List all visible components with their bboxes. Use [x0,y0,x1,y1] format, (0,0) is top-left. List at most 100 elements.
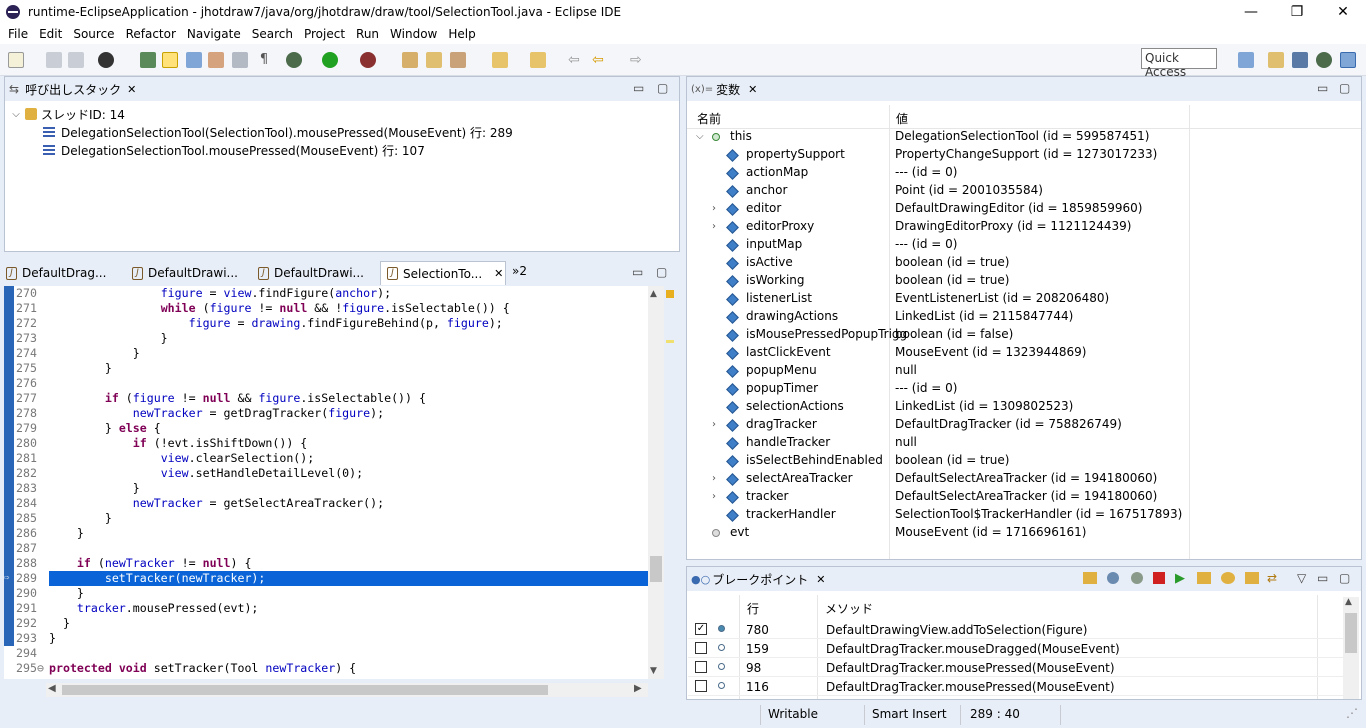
code-line[interactable]: 295⊖ protected void setTracker(Tool newTr… [4,661,649,676]
column-header-name[interactable]: 名前 [697,110,721,127]
scroll-left-icon[interactable]: ◀ [48,683,56,694]
code-line[interactable]: 291 tracker.mousePressed(evt); [4,601,649,616]
code-line[interactable]: 272 figure = drawing.findFigureBehind(p,… [4,316,649,331]
pilcrow-icon[interactable]: ¶ [256,52,272,68]
maximize-icon[interactable]: ▢ [1339,81,1350,95]
view-menu-icon[interactable]: ▽ [1297,571,1306,585]
menu-source[interactable]: Source [73,27,114,41]
variable-row[interactable]: › selectAreaTracker DefaultSelectAreaTrack… [688,471,1362,489]
minimize-icon[interactable]: ▭ [1317,571,1328,585]
breakpoint-checkbox[interactable] [695,661,707,673]
breakpoints-tab[interactable]: ブレークポイント [712,571,808,588]
scroll-down-icon[interactable]: ▼ [650,666,657,676]
variable-row[interactable]: isMousePressedPopupTrigg boolean (id = fa… [688,327,1362,345]
callstack-tab[interactable]: 呼び出しスタック [25,81,121,98]
resume-icon[interactable]: ▶ [1175,571,1185,586]
variable-row[interactable]: trackerHandler SelectionTool$TrackerHandl… [688,507,1362,525]
menu-refactor[interactable]: Refactor [126,27,176,41]
debug-perspective-icon[interactable] [1316,52,1332,68]
mark-occurrences-icon[interactable] [162,52,178,68]
tab-default-drawing-view[interactable]: J DefaultDrawi... [126,261,252,285]
chevron-down-icon[interactable]: ⌵ [696,131,704,142]
menu-navigate[interactable]: Navigate [187,27,241,41]
breakpoint-row[interactable]: 98 DefaultDragTracker.mousePressed(MouseE… [688,658,1344,677]
variable-row[interactable]: popupMenu null [688,363,1362,381]
chevron-right-icon[interactable]: › [712,419,716,430]
scroll-up-icon[interactable]: ▲ [650,289,657,299]
variable-row[interactable]: popupTimer --- (id = 0) [688,381,1362,399]
close-icon[interactable]: ✕ [748,83,757,96]
minimize-button[interactable]: — [1228,0,1274,24]
chevron-right-icon[interactable]: › [712,473,716,484]
breakpoint-checkbox[interactable] [695,680,707,692]
stack-frame[interactable]: DelegationSelectionTool(SelectionTool).m… [43,123,513,141]
breakpoint-checkbox[interactable]: ✓ [695,623,707,635]
save-all-icon[interactable] [68,52,84,68]
close-icon[interactable]: ✕ [127,83,136,96]
step-return-icon[interactable] [1245,572,1259,584]
previous-annotation-icon[interactable] [530,52,546,68]
scroll-up-icon[interactable]: ▲ [1345,597,1352,607]
scroll-thumb[interactable] [62,685,548,695]
code-line[interactable]: 271 while (figure != null && !figure.isS… [4,301,649,316]
external-tools-icon[interactable] [360,52,376,68]
code-line[interactable]: 293} [4,631,649,646]
maximize-icon[interactable]: ▢ [1339,571,1350,585]
skip-breakpoints-icon[interactable] [140,52,156,68]
menu-project[interactable]: Project [304,27,345,41]
code-line[interactable]: 283 } [4,481,649,496]
code-line[interactable]: 278 newTracker = getDragTracker(figure); [4,406,649,421]
code-line[interactable]: 292 } [4,616,649,631]
code-line[interactable]: ⇨ 289 setTracker(newTracker); [4,571,649,586]
code-editor[interactable]: 270 figure = view.findFigure(anchor); 271… [4,286,664,679]
menu-run[interactable]: Run [356,27,379,41]
tab-overflow[interactable]: »2 [512,264,527,278]
step-into-icon[interactable] [1197,572,1211,584]
open-perspective-icon[interactable] [1268,52,1284,68]
code-line[interactable]: 290 } [4,586,649,601]
run-icon[interactable] [322,52,338,68]
back-icon[interactable]: ⇦ [592,52,608,68]
variable-row[interactable]: › editorProxy DrawingEditorProxy (id = 112… [688,219,1362,237]
variable-row[interactable]: drawingActions LinkedList (id = 211584774… [688,309,1362,327]
code-line[interactable]: 273 } [4,331,649,346]
column-header-value[interactable]: 値 [896,110,908,127]
last-edit-icon[interactable]: ⇦ [568,52,584,68]
editor-horizontal-scrollbar[interactable]: ◀ ▶ [46,683,648,697]
search-tool-icon[interactable] [450,52,466,68]
editor-vertical-scrollbar[interactable]: ▲ ▼ [648,286,664,679]
open-folder-icon[interactable] [1083,572,1097,584]
variable-row[interactable]: isWorking boolean (id = true) [688,273,1362,291]
code-line[interactable]: 284 newTracker = getSelectAreaTracker(); [4,496,649,511]
code-line[interactable]: 277 if (figure != null && figure.isSelec… [4,391,649,406]
minimize-icon[interactable]: ▭ [632,265,643,279]
resize-grip-icon[interactable]: ⋰ [1346,706,1358,720]
variable-row[interactable]: lastClickEvent MouseEvent (id = 132394486… [688,345,1362,363]
terminate-icon[interactable] [1153,572,1165,584]
variable-row[interactable]: propertySupport PropertyChangeSupport (id… [688,147,1362,165]
minimize-icon[interactable]: ▭ [633,81,644,95]
tab-selection-tool[interactable]: J SelectionTo... ✕ [380,261,506,285]
forward-icon[interactable]: ⇨ [630,52,646,68]
close-button[interactable]: ✕ [1320,0,1366,24]
menu-search[interactable]: Search [252,27,293,41]
thread-row[interactable]: ⌵ スレッドID: 14 [11,105,125,123]
link-icon[interactable]: ⇄ [1267,571,1277,585]
scroll-thumb[interactable] [650,556,662,582]
skip-all-icon[interactable] [1131,572,1143,584]
new-package-icon[interactable] [402,52,418,68]
user-icon[interactable] [98,52,114,68]
step-over-icon[interactable] [1221,572,1235,584]
code-line[interactable]: 288 if (newTracker != null) { [4,556,649,571]
menu-window[interactable]: Window [390,27,437,41]
restore-button[interactable]: ❐ [1274,0,1320,24]
column-header-method[interactable]: メソッド [825,600,873,617]
code-line[interactable]: 281 view.clearSelection(); [4,451,649,466]
maximize-icon[interactable]: ▢ [657,81,668,95]
scroll-right-icon[interactable]: ▶ [634,683,642,694]
chevron-right-icon[interactable]: › [712,491,716,502]
code-line[interactable]: 276 [4,376,649,391]
remove-breakpoint-icon[interactable] [1107,572,1119,584]
minimize-icon[interactable]: ▭ [1317,81,1328,95]
menu-help[interactable]: Help [448,27,475,41]
